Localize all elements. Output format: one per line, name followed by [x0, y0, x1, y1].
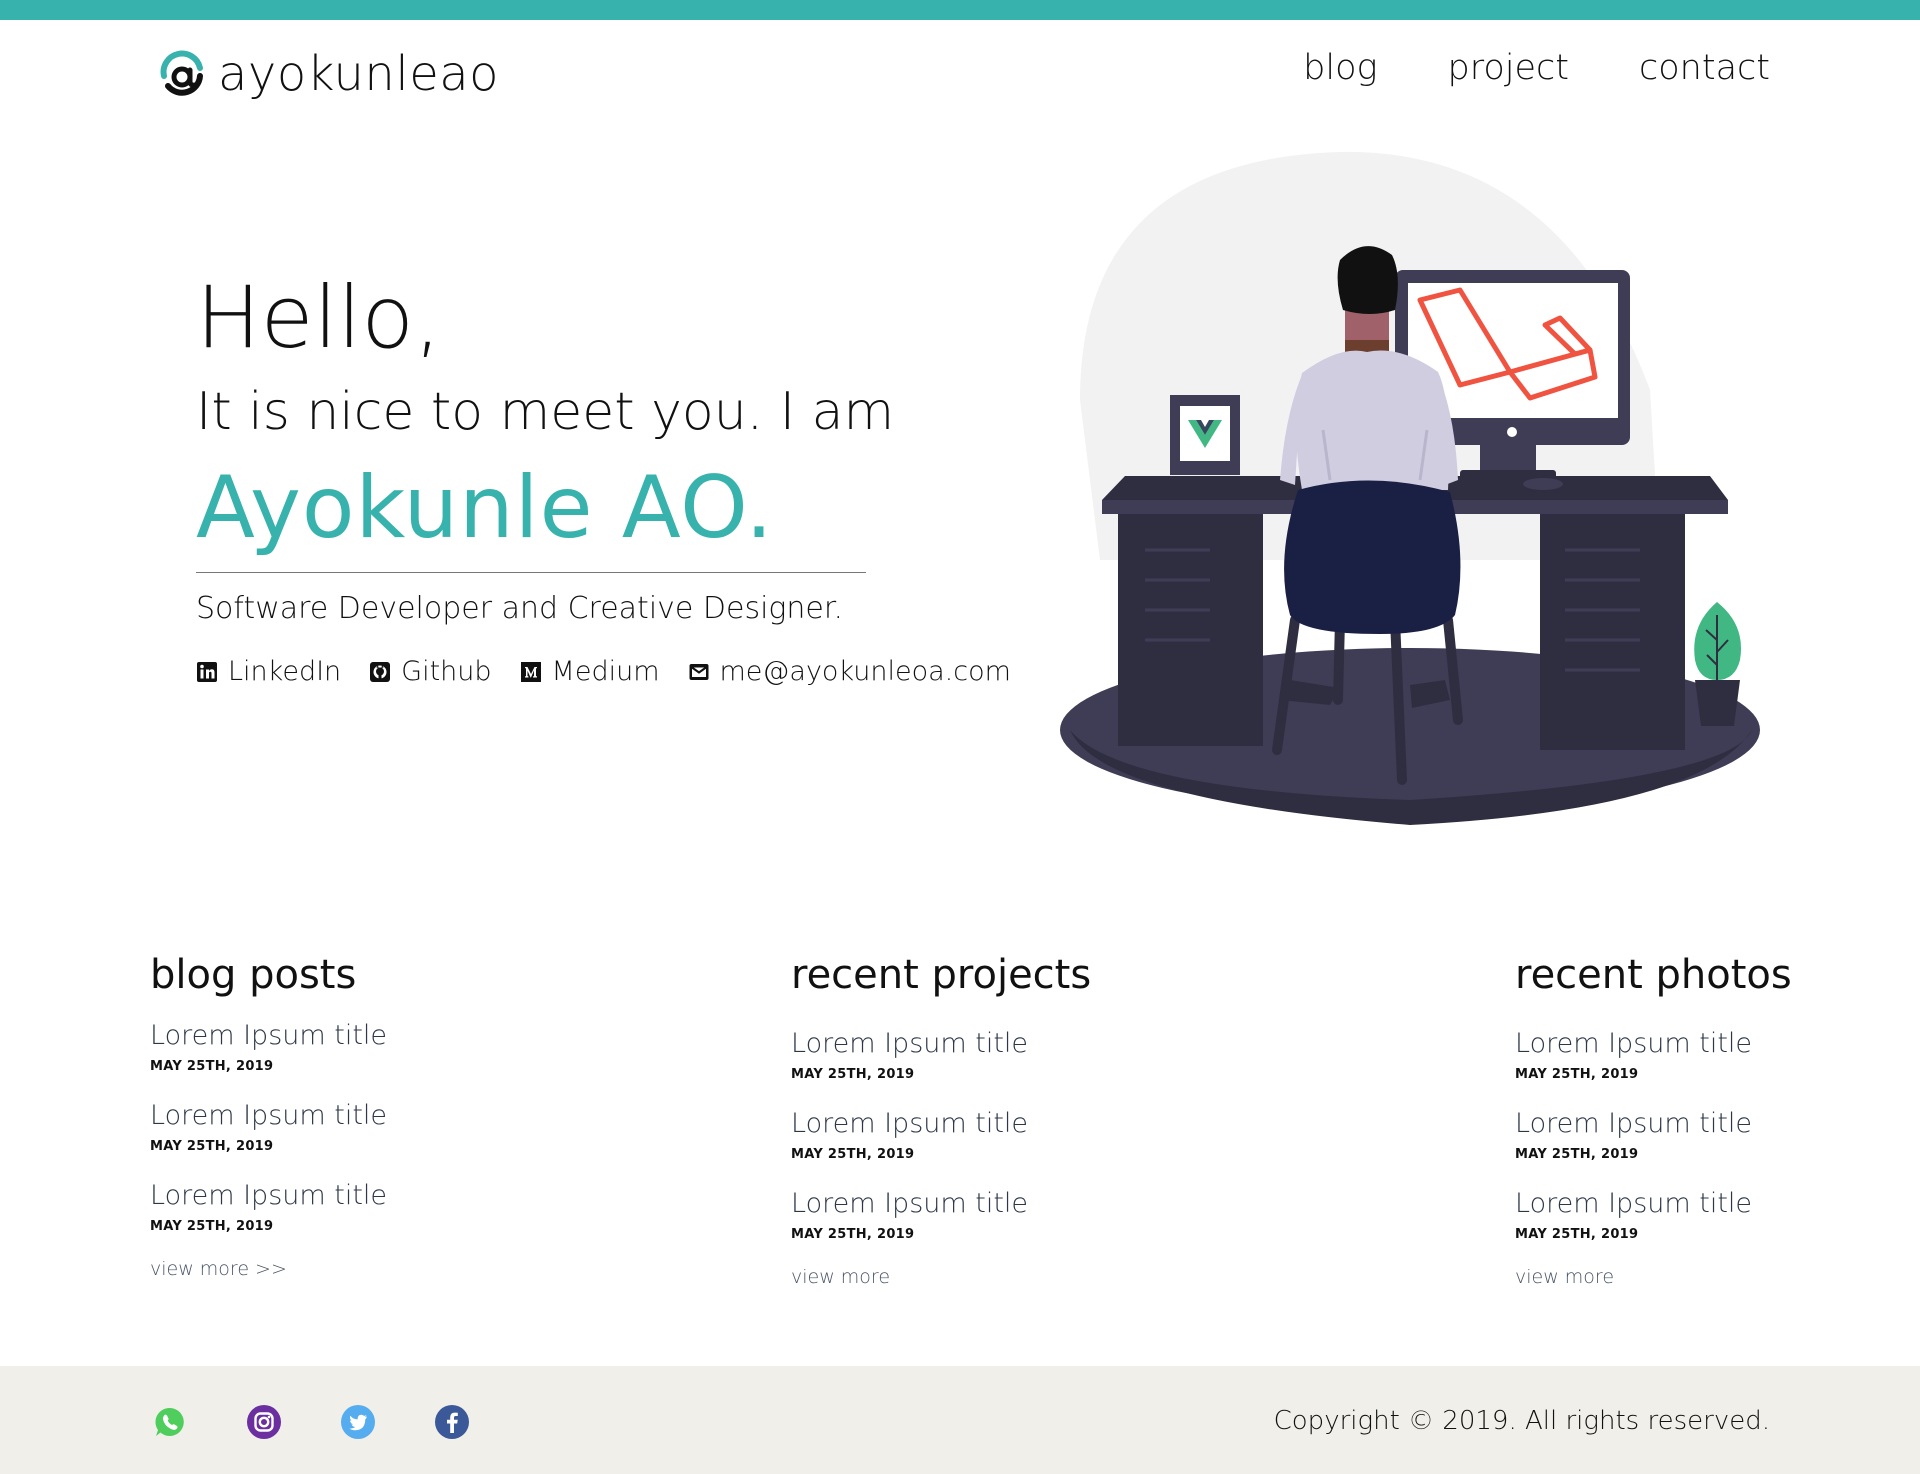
instagram-icon: [247, 1405, 281, 1439]
list-item: Lorem Ipsum title MAY 25TH, 2019: [1515, 1108, 1792, 1162]
github-link[interactable]: Github: [369, 656, 492, 687]
facebook-link[interactable]: [434, 1404, 470, 1440]
email-link[interactable]: me@ayokunleoa.com: [688, 656, 1011, 687]
medium-icon: [520, 661, 541, 682]
medium-link[interactable]: Medium: [520, 656, 660, 687]
hero-intro: Hello, It is nice to meet you. I am Ayok…: [196, 268, 1011, 687]
list-item: Lorem Ipsum title MAY 25TH, 2019: [1515, 1188, 1792, 1242]
blog-post-title-link[interactable]: Lorem Ipsum title: [150, 1180, 387, 1211]
hero-role: Software Developer and Creative Designer…: [196, 591, 844, 626]
medium-label: Medium: [551, 656, 660, 687]
recent-projects-section: recent projects Lorem Ipsum title MAY 25…: [791, 952, 1091, 1288]
project-date: MAY 25TH, 2019: [791, 1067, 915, 1082]
photo-title-link[interactable]: Lorem Ipsum title: [1515, 1108, 1792, 1139]
at-sign-logo-icon: [160, 50, 203, 96]
recent-photos-section: recent photos Lorem Ipsum title MAY 25TH…: [1515, 952, 1792, 1288]
nav-blog[interactable]: blog: [1303, 48, 1377, 88]
facebook-icon: [435, 1405, 469, 1439]
blog-view-more-link[interactable]: view more >>: [150, 1258, 287, 1280]
linkedin-icon: [197, 661, 217, 682]
project-title-link[interactable]: Lorem Ipsum title: [791, 1188, 1091, 1219]
project-date: MAY 25TH, 2019: [791, 1147, 915, 1162]
photo-title-link[interactable]: Lorem Ipsum title: [1515, 1028, 1792, 1059]
site-logo[interactable]: ayokunleao: [158, 46, 499, 102]
site-footer: Copyright © 2019. All rights reserved.: [0, 1366, 1920, 1474]
page: ayokunleao blog project contact Hello, I…: [0, 0, 1920, 1474]
hero-greeting: Hello,: [196, 268, 442, 368]
email-label: me@ayokunleoa.com: [719, 656, 1011, 687]
list-item: Lorem Ipsum title MAY 25TH, 2019: [150, 1100, 387, 1154]
github-icon: [370, 661, 391, 682]
copyright-text: Copyright © 2019. All rights reserved.: [1273, 1406, 1770, 1436]
blog-posts-heading: blog posts: [150, 952, 357, 998]
whatsapp-link[interactable]: [152, 1404, 188, 1440]
developer-at-desk-illustration: [1060, 151, 1760, 825]
project-title-link[interactable]: Lorem Ipsum title: [791, 1028, 1091, 1059]
photos-view-more-link[interactable]: view more: [1515, 1266, 1614, 1288]
list-item: Lorem Ipsum title MAY 25TH, 2019: [150, 1020, 387, 1074]
hero-divider: [196, 572, 866, 573]
recent-photos-heading: recent photos: [1515, 952, 1792, 998]
linkedin-label: LinkedIn: [228, 656, 342, 687]
list-item: Lorem Ipsum title MAY 25TH, 2019: [791, 1108, 1091, 1162]
photo-title-link[interactable]: Lorem Ipsum title: [1515, 1188, 1792, 1219]
instagram-link[interactable]: [246, 1404, 282, 1440]
projects-view-more-link[interactable]: view more: [791, 1266, 890, 1288]
blog-posts-section: blog posts Lorem Ipsum title MAY 25TH, 2…: [150, 952, 387, 1280]
nav-contact[interactable]: contact: [1639, 48, 1770, 88]
site-name: ayokunleao: [218, 46, 499, 102]
hero-name: Ayokunle AO.: [196, 458, 774, 558]
top-accent-bar: [0, 0, 1920, 20]
blog-post-title-link[interactable]: Lorem Ipsum title: [150, 1100, 387, 1131]
photo-date: MAY 25TH, 2019: [1515, 1067, 1639, 1082]
recent-projects-heading: recent projects: [791, 952, 1092, 998]
twitter-icon: [341, 1405, 375, 1439]
main-nav: blog project contact: [1303, 48, 1770, 88]
blog-post-date: MAY 25TH, 2019: [150, 1219, 274, 1234]
blog-post-date: MAY 25TH, 2019: [150, 1139, 274, 1154]
envelope-icon: [689, 663, 708, 680]
linkedin-link[interactable]: LinkedIn: [196, 656, 341, 687]
hero-social-links: LinkedIn Github Medium me@ayokunleoa.com: [196, 656, 1011, 687]
project-date: MAY 25TH, 2019: [791, 1227, 915, 1242]
project-title-link[interactable]: Lorem Ipsum title: [791, 1108, 1091, 1139]
nav-project[interactable]: project: [1448, 48, 1569, 88]
whatsapp-icon: [155, 1407, 184, 1436]
blog-post-date: MAY 25TH, 2019: [150, 1059, 274, 1074]
list-item: Lorem Ipsum title MAY 25TH, 2019: [791, 1188, 1091, 1242]
list-item: Lorem Ipsum title MAY 25TH, 2019: [150, 1180, 387, 1234]
hero-intro-line: It is nice to meet you. I am: [196, 382, 895, 442]
footer-social-icons: [152, 1404, 470, 1440]
photo-date: MAY 25TH, 2019: [1515, 1147, 1639, 1162]
github-label: Github: [401, 656, 492, 687]
twitter-link[interactable]: [340, 1404, 376, 1440]
list-item: Lorem Ipsum title MAY 25TH, 2019: [1515, 1028, 1792, 1082]
blog-post-title-link[interactable]: Lorem Ipsum title: [150, 1020, 387, 1051]
list-item: Lorem Ipsum title MAY 25TH, 2019: [791, 1028, 1091, 1082]
photo-date: MAY 25TH, 2019: [1515, 1227, 1639, 1242]
